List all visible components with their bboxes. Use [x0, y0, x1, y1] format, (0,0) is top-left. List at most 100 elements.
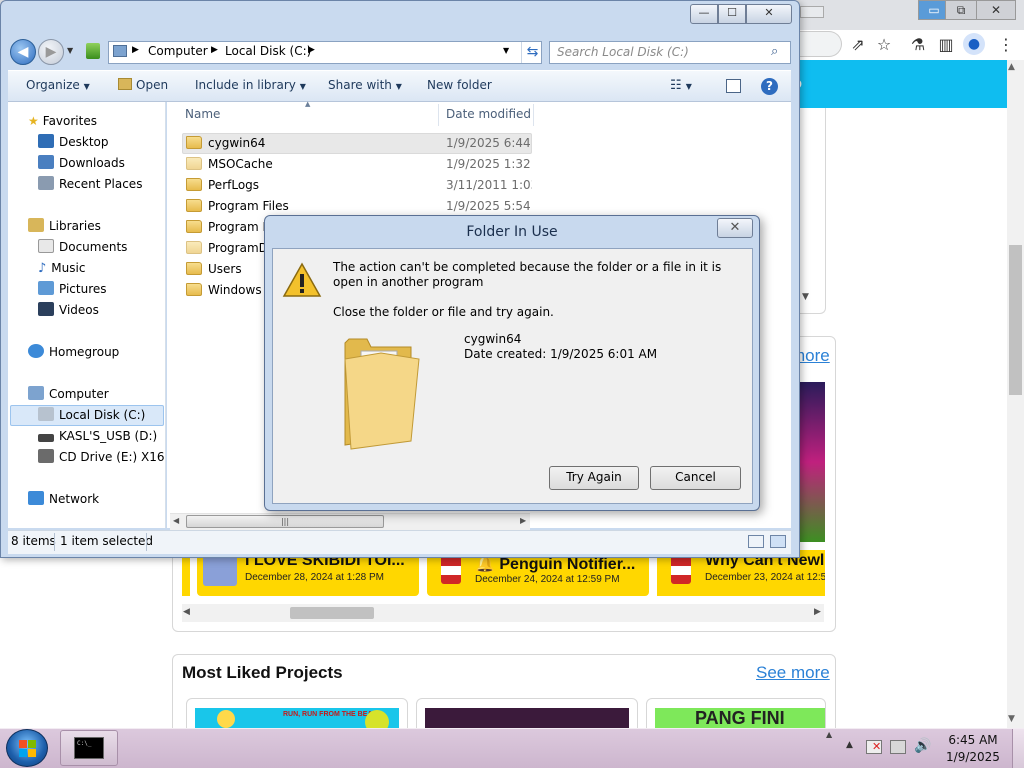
- file-row[interactable]: Program Files (x86): [186, 217, 266, 237]
- explorer-maximize-button[interactable]: ☐: [718, 4, 746, 24]
- projects-hscrollbar[interactable]: [182, 604, 824, 622]
- clock-time[interactable]: 6:45 AM: [944, 733, 1002, 747]
- try-again-button[interactable]: Try Again: [549, 466, 639, 490]
- nav-homegroup[interactable]: Homegroup: [28, 342, 173, 362]
- up-level-icon[interactable]: [86, 43, 100, 59]
- nav-libraries[interactable]: Libraries: [28, 216, 173, 236]
- explorer-minimize-button[interactable]: —: [690, 4, 718, 24]
- breadcrumb-computer[interactable]: Computer: [148, 44, 208, 58]
- include-in-library-button[interactable]: Include in library ▼: [195, 78, 306, 92]
- details-view-icon[interactable]: [748, 535, 764, 548]
- star-icon[interactable]: ☆: [872, 33, 896, 57]
- project-thumbnail[interactable]: [425, 708, 629, 728]
- project-thumbnail[interactable]: PANG FINI: [655, 708, 825, 728]
- dropdown-arrow-icon: ▼: [83, 82, 90, 91]
- browser-close-button[interactable]: ✕: [976, 0, 1016, 20]
- nav-computer[interactable]: Computer: [28, 384, 173, 404]
- dropdown-arrow-icon[interactable]: ▼: [802, 292, 809, 302]
- music-icon: ♪: [38, 261, 47, 276]
- start-button[interactable]: [6, 729, 48, 767]
- see-more-link[interactable]: See more: [756, 663, 830, 683]
- nav-label: Recent Places: [59, 177, 143, 191]
- share-with-button[interactable]: Share with ▼: [328, 78, 402, 92]
- project-thumbnail[interactable]: RUN, RUN FROM THE BEAR!!: [195, 708, 399, 728]
- nav-desktop[interactable]: Desktop: [38, 132, 183, 152]
- menu-icon[interactable]: ⋮: [994, 33, 1018, 57]
- address-dropdown-icon[interactable]: ▼: [503, 46, 509, 55]
- breadcrumb-arrow-icon[interactable]: ▶: [132, 45, 139, 55]
- dialog-close-button[interactable]: ✕: [717, 218, 753, 238]
- thumbnail-text: PANG FINI: [695, 708, 785, 728]
- large-icons-view-icon[interactable]: [770, 535, 786, 548]
- breadcrumb-arrow-icon[interactable]: ▶: [211, 45, 218, 55]
- nav-label: Local Disk (C:): [59, 408, 146, 422]
- network-tray-icon[interactable]: [890, 740, 906, 754]
- documents-icon: [38, 239, 54, 253]
- forward-button[interactable]: ▶: [38, 39, 64, 65]
- show-desktop-button[interactable]: [1012, 729, 1024, 768]
- file-row[interactable]: Users: [186, 259, 266, 279]
- volume-icon[interactable]: 🔊: [914, 738, 931, 754]
- new-folder-button[interactable]: New folder: [427, 78, 492, 92]
- search-icon[interactable]: ⌕: [771, 44, 778, 59]
- show-hidden-icons-icon[interactable]: ▲: [826, 730, 832, 739]
- browser-scrollbar-thumb[interactable]: [1009, 245, 1022, 395]
- nav-local-disk[interactable]: Local Disk (C:): [38, 405, 183, 425]
- tray-expand-icon[interactable]: ▲: [846, 740, 853, 750]
- breadcrumb-arrow-icon[interactable]: ▶: [308, 45, 315, 55]
- open-button[interactable]: Open: [118, 78, 168, 92]
- cd-drive-icon: [38, 449, 54, 463]
- file-list-hscrollbar-thumb[interactable]: |||: [186, 515, 384, 528]
- taskbar-cmd-button[interactable]: C:\_: [60, 730, 118, 766]
- back-button[interactable]: ◀: [10, 39, 36, 65]
- profile-icon[interactable]: ●: [963, 33, 985, 55]
- dialog-hint: Close the folder or file and try again.: [333, 305, 554, 319]
- action-center-icon[interactable]: ✕: [866, 740, 882, 754]
- help-icon[interactable]: ?: [761, 78, 778, 95]
- libraries-icon: [28, 218, 44, 232]
- scroll-left-arrow-icon[interactable]: ◀: [183, 607, 190, 617]
- nav-network[interactable]: Network: [28, 489, 173, 509]
- nav-videos[interactable]: Videos: [38, 300, 183, 320]
- nav-favorites[interactable]: ★ Favorites: [28, 111, 173, 131]
- nav-recent-places[interactable]: Recent Places: [38, 174, 183, 194]
- explorer-close-button[interactable]: ✕: [746, 4, 792, 24]
- column-header-date[interactable]: Date modified: [446, 102, 534, 127]
- windows-logo-icon: [19, 749, 27, 757]
- recent-pages-dropdown-icon[interactable]: ▼: [67, 46, 73, 55]
- file-name: PerfLogs: [208, 178, 260, 192]
- scroll-left-arrow-icon[interactable]: ◀: [173, 516, 179, 525]
- scroll-right-arrow-icon[interactable]: ▶: [520, 516, 526, 525]
- share-icon[interactable]: ⇗: [846, 33, 870, 57]
- file-date: 1/9/2025 5:54 AM: [446, 199, 532, 213]
- cancel-button[interactable]: Cancel: [650, 466, 741, 490]
- browser-restore-button[interactable]: ⧉: [945, 0, 977, 20]
- projects-hscrollbar-thumb[interactable]: [290, 607, 374, 619]
- clock-date[interactable]: 1/9/2025: [944, 750, 1002, 764]
- new-tab-button[interactable]: [800, 6, 824, 18]
- scroll-down-arrow-icon[interactable]: ▼: [1008, 714, 1015, 724]
- preview-pane-icon[interactable]: [726, 79, 741, 93]
- sidebar-icon[interactable]: ▥: [934, 33, 958, 57]
- column-divider[interactable]: [438, 104, 439, 126]
- file-row[interactable]: ProgramData: [186, 238, 266, 258]
- scroll-up-arrow-icon[interactable]: ▲: [1008, 62, 1015, 72]
- organize-button[interactable]: Organize ▼: [26, 78, 90, 92]
- breadcrumb-local-disk[interactable]: Local Disk (C:): [225, 44, 311, 58]
- column-header-name[interactable]: Name: [185, 102, 437, 127]
- column-divider[interactable]: [533, 104, 534, 126]
- scroll-right-arrow-icon[interactable]: ▶: [814, 607, 821, 617]
- nav-cd-drive[interactable]: CD Drive (E:) X16-816: [38, 447, 164, 467]
- nav-usb[interactable]: KASL'S_USB (D:): [38, 426, 183, 446]
- view-options-icon[interactable]: ☷ ▼: [670, 78, 692, 93]
- nav-music[interactable]: ♪ Music: [38, 258, 183, 278]
- status-divider: [146, 533, 147, 551]
- nav-downloads[interactable]: Downloads: [38, 153, 183, 173]
- labs-icon[interactable]: ⚗: [906, 33, 930, 57]
- nav-pictures[interactable]: Pictures: [38, 279, 183, 299]
- nav-documents[interactable]: Documents: [38, 237, 183, 257]
- dropdown-arrow-icon: ▼: [299, 82, 306, 91]
- file-row[interactable]: Windows: [186, 280, 266, 300]
- folder-icon: [186, 262, 202, 275]
- refresh-icon[interactable]: ⇆: [521, 42, 543, 63]
